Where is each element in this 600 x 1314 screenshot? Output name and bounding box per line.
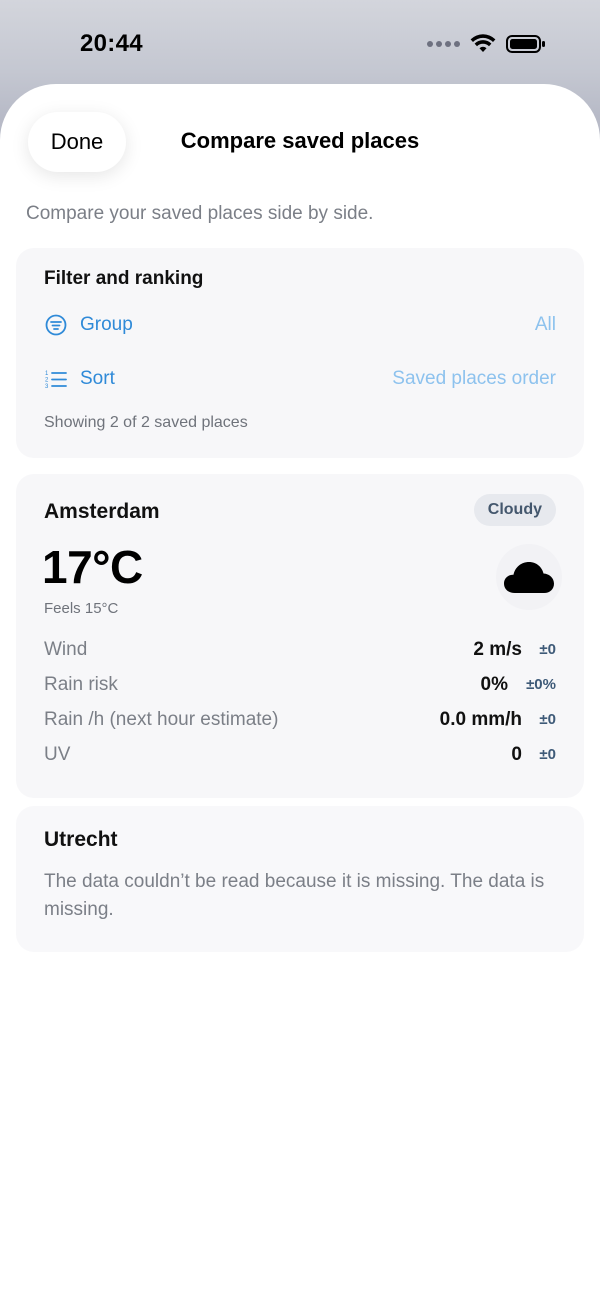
page-subtitle: Compare your saved places side by side. xyxy=(26,203,374,224)
status-bar: 20:44 xyxy=(0,0,600,84)
metric-row-uv: UV 0 ±0 xyxy=(44,737,556,772)
metric-delta: ±0 xyxy=(539,641,556,658)
metric-delta: ±0 xyxy=(539,746,556,763)
metric-label: Rain risk xyxy=(44,673,118,695)
metric-row-rain-risk: Rain risk 0% ±0% xyxy=(44,667,556,702)
error-message: The data couldn’t be read because it is … xyxy=(44,871,545,920)
status-icons xyxy=(427,34,546,54)
place-name: Amsterdam xyxy=(44,500,160,523)
metric-row-wind: Wind 2 m/s ±0 xyxy=(44,632,556,667)
sort-row[interactable]: 1 2 3 Sort Saved places order xyxy=(44,365,556,393)
list-number-icon: 1 2 3 xyxy=(44,367,68,391)
metric-delta: ±0% xyxy=(526,676,556,693)
group-value[interactable]: All xyxy=(535,314,556,336)
metric-value: 0.0 mm/h xyxy=(439,708,522,730)
temperature: 17°C xyxy=(42,541,143,593)
showing-count: Showing 2 of 2 saved places xyxy=(44,414,248,431)
group-label: Group xyxy=(80,314,133,335)
metric-row-rain-per-hour: Rain /h (next hour estimate) 0.0 mm/h ±0 xyxy=(44,702,556,737)
filter-card: Filter and ranking Group All 1 2 3 Sort xyxy=(16,248,584,458)
metric-label: Rain /h (next hour estimate) xyxy=(44,708,279,730)
sort-label: Sort xyxy=(80,368,115,389)
metric-value: 2 m/s xyxy=(473,638,522,660)
status-time: 20:44 xyxy=(80,30,143,57)
condition-badge: Cloudy xyxy=(473,494,556,526)
svg-text:2: 2 xyxy=(45,378,49,384)
weather-icon-container xyxy=(496,544,562,610)
wifi-icon xyxy=(470,34,496,52)
sort-value[interactable]: Saved places order xyxy=(392,368,556,390)
place-name: Utrecht xyxy=(44,828,118,851)
svg-text:1: 1 xyxy=(45,371,49,377)
filter-icon xyxy=(44,313,68,337)
metric-label: Wind xyxy=(44,638,88,660)
group-row[interactable]: Group All xyxy=(44,311,556,339)
metric-value: 0 xyxy=(511,743,522,765)
metric-delta: ±0 xyxy=(539,711,556,728)
filter-heading: Filter and ranking xyxy=(44,268,204,289)
metric-value: 0% xyxy=(480,673,508,695)
battery-icon xyxy=(506,35,545,53)
metrics-list: Wind 2 m/s ±0 Rain risk 0% ±0% Rain /h (… xyxy=(44,632,556,772)
metric-label: UV xyxy=(44,743,71,765)
place-card-utrecht: Utrecht The data couldn’t be read becaus… xyxy=(16,806,584,952)
place-card-amsterdam: Amsterdam Cloudy 17°C Feels 15°C Wind 2 … xyxy=(16,474,584,798)
feels-like: Feels 15°C xyxy=(44,600,119,617)
page-title: Compare saved places xyxy=(180,128,420,153)
cloud-icon xyxy=(504,562,554,593)
signal-dots-icon xyxy=(427,41,460,47)
svg-text:3: 3 xyxy=(45,384,49,390)
